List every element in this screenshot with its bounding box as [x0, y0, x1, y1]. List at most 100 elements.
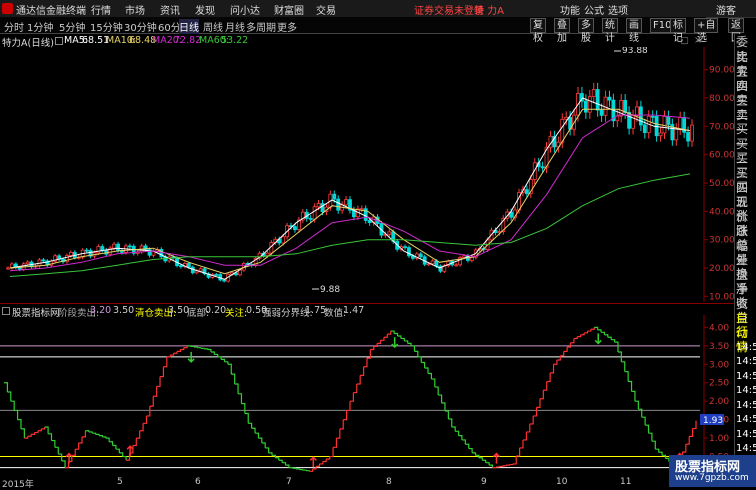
sell-arrow-icon [594, 333, 602, 345]
oscillator-segment [478, 457, 483, 461]
oscillator-segment [400, 337, 405, 341]
sidebar-item[interactable]: 14:50 [736, 369, 756, 384]
oscillator-segment [438, 394, 443, 404]
oscillator-segment [631, 390, 636, 402]
candle-body [367, 220, 372, 223]
tab-weekly[interactable]: 周线 [203, 19, 223, 34]
oscillator-segment [424, 367, 429, 374]
ma-line-ma20 [9, 114, 691, 272]
restore-rights-button[interactable]: 复权 [530, 18, 546, 44]
draw-line-button[interactable]: 画线 [626, 18, 642, 44]
candle-body [198, 268, 203, 272]
tab-daily[interactable]: 日线 [179, 19, 199, 34]
tab-timeshare[interactable]: 分时 [4, 19, 24, 34]
oscillator-segment [227, 363, 232, 375]
x-tick-year: 2015年 [2, 480, 34, 490]
candle-body [599, 109, 604, 116]
menu-function[interactable]: 功能 [560, 2, 580, 17]
menu-formula[interactable]: 公式 [584, 2, 604, 17]
y-tick-label: 40.00 [709, 207, 734, 217]
candle-body [312, 206, 317, 220]
menu-ask[interactable]: 问小达 [230, 2, 260, 17]
oscillator-segment [350, 392, 354, 402]
y-tick-label: 70.00 [709, 122, 734, 132]
oscillator-segment [14, 409, 19, 420]
oscillator-segment [387, 331, 392, 335]
app-name: 通达信金融终端 [16, 6, 86, 17]
menu-market[interactable]: 市场 [125, 2, 145, 17]
tab-1min[interactable]: 1分钟 [27, 19, 53, 34]
overlay-button[interactable]: 叠加 [554, 18, 570, 44]
oscillator-segment [224, 361, 229, 365]
candle-body [336, 198, 341, 211]
oscillator-segment [536, 398, 541, 408]
sidebar-item[interactable]: 14:50 [736, 354, 756, 369]
indicator-chart[interactable]: 4.003.503.002.502.001.501.000.50 1.93 [0, 315, 734, 480]
candle-body [41, 259, 46, 262]
sidebar-item[interactable]: 14:50 [736, 427, 756, 442]
oscillator-segment [115, 448, 120, 453]
oscillator-segment [628, 380, 633, 392]
collapse-icon[interactable]: ▢ [680, 35, 689, 46]
statistics-button[interactable]: 统计 [602, 18, 618, 44]
multi-stock-button[interactable]: 多股 [578, 18, 594, 44]
settings-box-icon[interactable] [55, 37, 63, 45]
sidebar-item[interactable]: 14:50 [736, 340, 756, 355]
tab-monthly[interactable]: 月线 [225, 19, 245, 34]
tab-15min[interactable]: 15分钟 [90, 19, 123, 34]
candle-body [387, 231, 392, 235]
menu-news[interactable]: 资讯 [160, 2, 180, 17]
oscillator-segment [75, 443, 80, 450]
add-favorite-button[interactable]: +自选 [694, 18, 719, 44]
oscillator-segment [244, 412, 249, 424]
current-stock-name: 特 力A [474, 6, 505, 17]
candle-body [650, 115, 655, 118]
guest-label[interactable]: 游客 [716, 2, 736, 17]
sidebar-item[interactable]: 14:50 [736, 441, 756, 456]
candle-body [308, 218, 313, 220]
back-button[interactable]: 返回 [728, 18, 744, 44]
oscillator-segment [261, 442, 266, 448]
menu-quotes[interactable]: 行情 [91, 2, 111, 17]
moving-averages [9, 97, 691, 280]
oscillator-segment [4, 382, 8, 392]
mark-button[interactable]: 标记 [670, 18, 686, 44]
sidebar-item[interactable]: 14:50 [736, 398, 756, 413]
tab-more[interactable]: 更多 [277, 19, 297, 34]
oscillator-segment [119, 452, 124, 457]
oscillator-segment [502, 465, 507, 467]
oscillator-segment [533, 407, 538, 417]
tab-multi[interactable]: 多周期 [246, 19, 276, 34]
close-chart-icon[interactable]: × [694, 35, 702, 46]
tab-30min[interactable]: 30分钟 [124, 19, 157, 34]
menu-options[interactable]: 选项 [608, 2, 628, 17]
menu-wealth[interactable]: 财富圈 [274, 2, 304, 17]
menu-discover[interactable]: 发现 [195, 2, 215, 17]
oscillator-segment [92, 432, 97, 435]
oscillator-segment [556, 355, 561, 361]
sidebar-item[interactable]: 14:50 [736, 412, 756, 427]
oscillator-segment [17, 419, 22, 429]
oscillator-segment [641, 416, 646, 426]
menu-trade[interactable]: 交易 [316, 2, 336, 17]
oscillator-segment [333, 438, 338, 448]
indicator-box-icon[interactable] [2, 307, 10, 315]
oscillator-segment [37, 428, 42, 432]
main-price-chart[interactable]: 90.00 80.00 70.00 60.00 50.00 40.00 30.00 20.00… [0, 47, 734, 302]
tab-5min[interactable]: 5分钟 [59, 19, 85, 34]
y-tick-label: 30.00 [709, 236, 734, 246]
candle-body [84, 249, 89, 252]
sub-y-tick-label: 3.50 [709, 342, 729, 352]
oscillator-segment [61, 460, 66, 468]
candle-body [560, 118, 565, 143]
oscillator-segment [512, 455, 517, 465]
oscillator-segment [597, 329, 602, 333]
candle-body [320, 203, 325, 213]
oscillator-segment [109, 441, 114, 446]
sidebar-item[interactable]: 14:50 [736, 383, 756, 398]
oscillator-segment [51, 439, 56, 448]
oscillator-segment [170, 353, 175, 356]
oscillator-segment [163, 356, 168, 368]
oscillator-segment [529, 415, 534, 425]
oscillator-segment [278, 459, 283, 463]
